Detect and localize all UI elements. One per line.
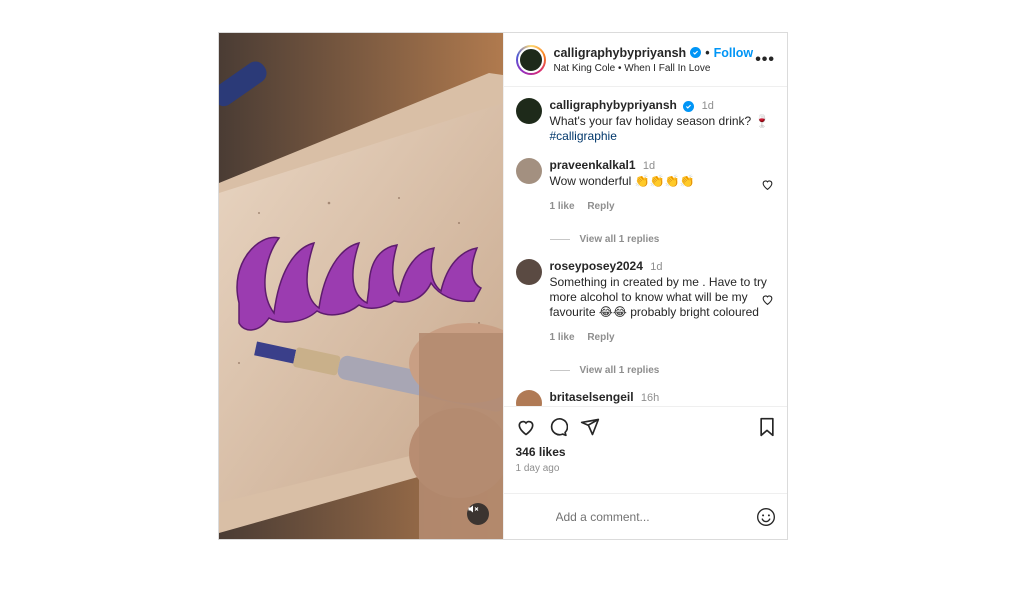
caption-text: What's your fav holiday season drink? 🍷 <box>549 114 770 128</box>
comment-likes[interactable]: 1 like <box>550 332 575 343</box>
comment-time: 16h <box>640 392 660 404</box>
comment-text: Something in created by me . Have to try… <box>549 275 767 319</box>
audio-track[interactable]: Nat King Cole • When I Fall In Love <box>554 63 756 74</box>
post-sidebar: calligraphybypriyansh • Follow Nat King … <box>502 33 788 539</box>
comment-time: 1d <box>642 160 656 172</box>
heart-icon <box>517 420 534 436</box>
view-replies-button[interactable]: View all 1 replies <box>550 234 788 245</box>
avatar[interactable] <box>515 158 542 184</box>
share-icon <box>580 418 599 436</box>
comment-input[interactable] <box>553 508 756 525</box>
comment-button[interactable] <box>548 417 568 437</box>
bookmark-icon <box>759 417 774 437</box>
post-date: 1 day ago <box>515 463 560 474</box>
comment-username[interactable]: praveenkalkal1 <box>550 158 636 172</box>
heart-icon[interactable] <box>761 178 774 191</box>
reply-button[interactable]: Reply <box>587 332 614 343</box>
comment-text: Wow wonderful 👏👏👏👏 <box>549 174 695 188</box>
verified-badge-icon <box>690 47 702 58</box>
story-ring[interactable] <box>515 44 546 75</box>
comment-icon <box>550 418 568 437</box>
likes-count[interactable]: 346 likes <box>516 445 776 459</box>
comment-item: roseyposey2024 1d Something in created b… <box>504 259 788 345</box>
comment-likes[interactable]: 1 like <box>550 201 575 212</box>
caption: calligraphybypriyansh 1d What's your fav… <box>504 88 788 144</box>
more-options-button[interactable]: ••• <box>755 51 775 69</box>
share-button[interactable] <box>580 417 600 437</box>
emoji-button[interactable] <box>756 507 776 527</box>
heart-icon[interactable] <box>761 293 774 306</box>
post-actions: 346 likes 1 day ago <box>503 406 787 474</box>
save-button[interactable] <box>758 417 776 437</box>
post-video[interactable] <box>219 33 503 539</box>
comment-username[interactable]: roseyposey2024 <box>550 259 643 273</box>
follow-button[interactable]: Follow <box>714 46 754 60</box>
comment-time: 1d <box>650 261 663 273</box>
comment-item: praveenkalkal1 1d Wow wonderful 👏👏👏👏 1 l… <box>504 158 788 214</box>
comments-section[interactable]: calligraphybypriyansh 1d What's your fav… <box>504 88 788 406</box>
author-username[interactable]: calligraphybypriyansh <box>554 46 687 60</box>
caption-username[interactable]: calligraphybypriyansh <box>550 98 677 112</box>
calligraphy-scene-illustration <box>219 33 503 539</box>
add-comment-bar <box>503 493 787 539</box>
view-replies-button[interactable]: View all 1 replies <box>550 365 788 376</box>
avatar[interactable] <box>515 98 542 124</box>
mute-button[interactable] <box>467 503 489 525</box>
avatar[interactable] <box>515 259 542 285</box>
post-header: calligraphybypriyansh • Follow Nat King … <box>503 33 787 87</box>
comment-username[interactable]: britaselsengeil <box>550 390 634 404</box>
caption-time: 1d <box>701 100 714 112</box>
like-button[interactable] <box>516 417 536 437</box>
verified-badge-icon <box>683 101 695 112</box>
muted-speaker-icon <box>468 505 479 513</box>
hashtag-link[interactable]: #calligraphie <box>550 129 776 144</box>
separator-dot: • <box>705 45 710 60</box>
reply-button[interactable]: Reply <box>587 201 614 212</box>
emoji-icon <box>756 507 775 526</box>
comment-item: britaselsengeil 16h <box>504 390 788 406</box>
avatar <box>517 46 544 73</box>
instagram-post: calligraphybypriyansh • Follow Nat King … <box>218 32 788 540</box>
avatar[interactable] <box>515 390 542 406</box>
